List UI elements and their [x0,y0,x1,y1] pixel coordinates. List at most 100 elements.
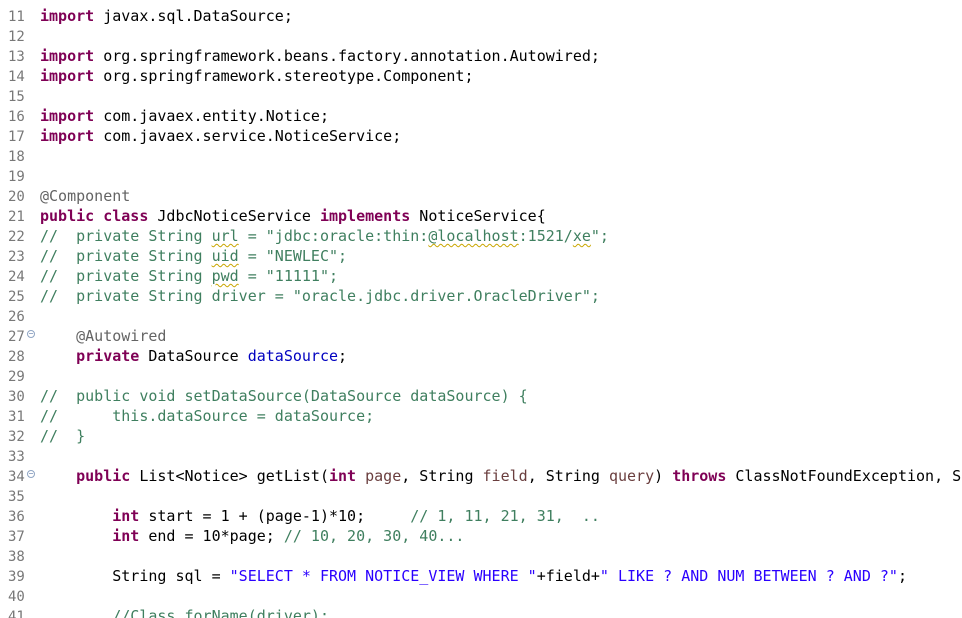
code-line[interactable]: 40 [0,586,962,606]
code-line[interactable]: 15 [0,86,962,106]
code-token: NoticeService{ [410,207,546,225]
code-token: org.springframework.stereotype.Component… [94,67,474,85]
line-content: private DataSource dataSource; [40,346,347,366]
line-content: import org.springframework.beans.factory… [40,46,600,66]
fold-toggle-icon[interactable]: − [27,330,35,338]
code-token: List<Notice> getList( [130,467,329,485]
code-token: , String [401,467,483,485]
line-number: 14 [8,69,25,85]
code-token: // public void setDataSource(DataSource … [40,387,528,405]
line-content: // private String uid = "NEWLEC"; [40,246,347,266]
code-line[interactable]: 14 import org.springframework.stereotype.… [0,66,962,86]
code-line[interactable]: 34− public List<Notice> getList(int page… [0,466,962,486]
code-line[interactable]: 18 [0,146,962,166]
line-content: int end = 10*page; // 10, 20, 30, 40... [40,526,464,546]
code-line[interactable]: 17 import com.javaex.service.NoticeServic… [0,126,962,146]
code-token: uid [211,247,239,265]
code-token: = "jdbc:oracle:thin: [238,227,429,245]
code-token: end = 10*page; [139,527,284,545]
code-token: com.javaex.service.NoticeService; [94,127,402,145]
code-token: throws [672,467,727,485]
code-token: +field+ [536,567,600,585]
code-line[interactable]: 23 // private String uid = "NEWLEC"; [0,246,962,266]
code-line[interactable]: 38 [0,546,962,566]
line-number: 29 [8,369,25,385]
line-content: // this.dataSource = dataSource; [40,406,374,426]
line-number: 32 [8,429,25,445]
code-token: DataSource [139,347,248,365]
code-line[interactable]: 37 int end = 10*page; // 10, 20, 30, 40.… [0,526,962,546]
code-line[interactable]: 16 import com.javaex.entity.Notice; [0,106,962,126]
line-content: import com.javaex.service.NoticeService; [40,126,401,146]
code-area[interactable]: 11 import javax.sql.DataSource; 12 13 import… [0,6,962,618]
line-number: 13 [8,49,25,65]
code-token: int [112,527,140,545]
code-line[interactable]: 13 import org.springframework.beans.facto… [0,46,962,66]
line-number: 16 [8,109,25,125]
code-token: // private String [40,227,212,245]
code-token: // private String [40,267,212,285]
code-line[interactable]: 33 [0,446,962,466]
code-token: "SELECT * FROM NOTICE_VIEW WHERE " [229,567,537,585]
fold-toggle-icon[interactable]: − [27,470,35,478]
line-number: 33 [8,449,25,465]
code-line[interactable]: 35 [0,486,962,506]
code-line[interactable]: 12 [0,26,962,46]
code-line[interactable]: 41 //Class.forName(driver); [0,606,962,618]
code-token: ; [897,567,907,585]
code-token: com.javaex.entity.Notice; [94,107,329,125]
code-token: public [40,207,95,225]
code-line[interactable]: 20 @Component [0,186,962,206]
code-line[interactable]: 26 [0,306,962,326]
code-line[interactable]: 11 import javax.sql.DataSource; [0,6,962,26]
code-line[interactable]: 39 String sql = "SELECT * FROM NOTICE_VI… [0,566,962,586]
line-content: //Class.forName(driver); [40,606,329,618]
line-content: int start = 1 + (page-1)*10; // 1, 11, 2… [40,506,600,526]
line-content: // private String driver = "oracle.jdbc.… [40,286,600,306]
code-token: implements [319,207,411,225]
code-line[interactable]: 30 // public void setDataSource(DataSourc… [0,386,962,406]
code-token: ClassNotFoundException, SQ [726,467,962,485]
line-content: import org.springframework.stereotype.Co… [40,66,473,86]
code-line[interactable]: 25 // private String driver = "oracle.jdb… [0,286,962,306]
code-token: "; [590,227,609,245]
code-line[interactable]: 28 private DataSource dataSource; [0,346,962,366]
code-token: int [112,507,140,525]
line-number: 31 [8,409,25,425]
code-token: @Component [40,187,131,205]
code-line[interactable]: 32 // } [0,426,962,446]
code-token: page [365,467,402,485]
code-line[interactable]: 31 // this.dataSource = dataSource; [0,406,962,426]
code-token: // 1, 11, 21, 31, .. [410,507,600,525]
code-line[interactable]: 27− @Autowired [0,326,962,346]
code-line[interactable]: 19 [0,166,962,186]
line-number: 24 [8,269,25,285]
code-line[interactable]: 29 [0,366,962,386]
line-number: 28 [8,349,25,365]
code-token: field [482,467,528,485]
line-number: 12 [8,29,25,45]
code-line[interactable]: 22 // private String url = "jdbc:oracle:t… [0,226,962,246]
code-token: ; [338,347,348,365]
line-number: 39 [8,569,25,585]
code-line[interactable]: 24 // private String pwd = "11111"; [0,266,962,286]
code-editor[interactable]: 11 import javax.sql.DataSource; 12 13 import… [0,0,962,618]
code-token: @localhost [428,227,519,245]
code-token: javax.sql.DataSource; [94,7,293,25]
line-number: 15 [8,89,25,105]
code-token: start = 1 + (page-1)*10; [139,507,411,525]
code-token: , String [527,467,609,485]
code-line[interactable]: 36 int start = 1 + (page-1)*10; // 1, 11… [0,506,962,526]
line-number: 17 [8,129,25,145]
line-number: 40 [8,589,25,605]
line-number: 18 [8,149,25,165]
code-token: import [40,67,95,85]
code-line[interactable]: 21 public class JdbcNoticeService impleme… [0,206,962,226]
line-number: 22 [8,229,25,245]
